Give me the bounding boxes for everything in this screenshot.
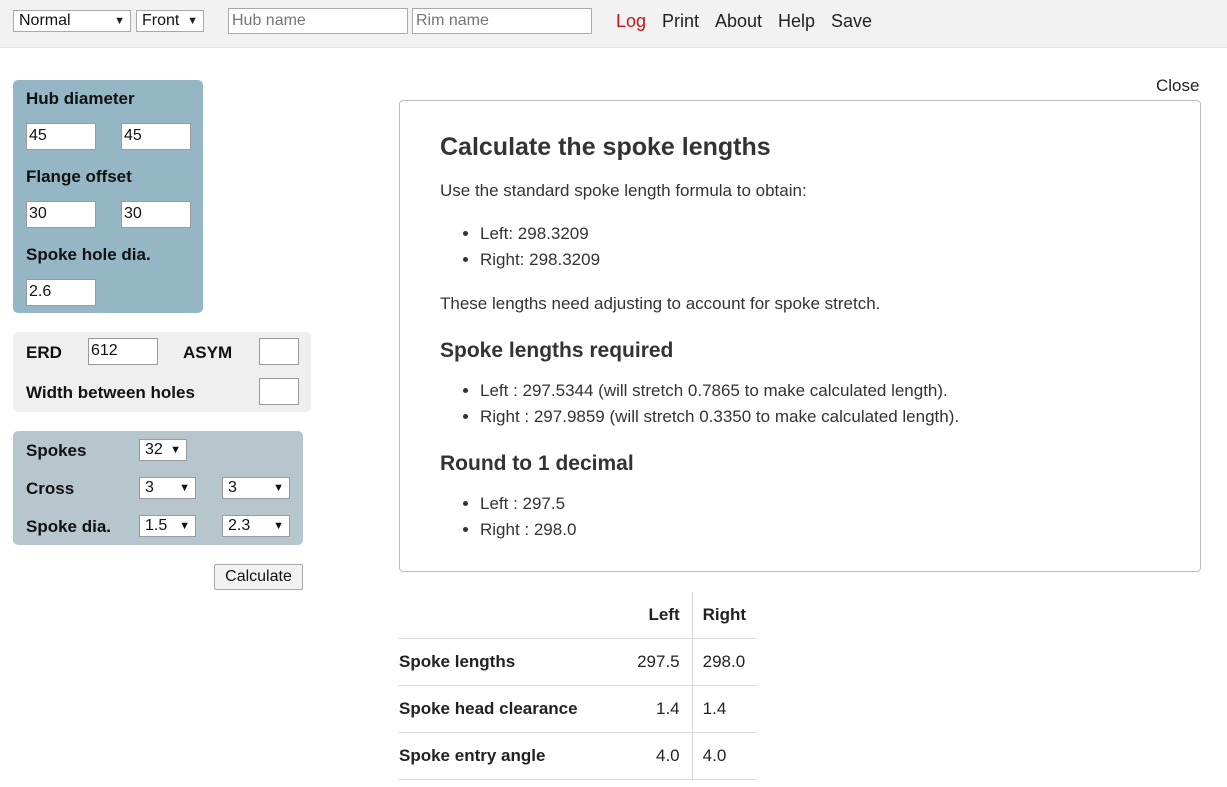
stretch-note: These lengths need adjusting to account … bbox=[440, 294, 881, 313]
list-item: Left : 297.5344 (will stretch 0.7865 to … bbox=[480, 378, 959, 404]
spoke-dia-right-select[interactable]: 2.3 ▼ bbox=[222, 515, 290, 537]
mode-select-value: Normal bbox=[19, 12, 71, 29]
results-card: Calculate the spoke lengths Use the stan… bbox=[399, 100, 1201, 572]
cross-right-select[interactable]: 3 ▼ bbox=[222, 477, 290, 499]
chevron-down-icon: ▼ bbox=[187, 15, 198, 27]
cross-left-value: 3 bbox=[145, 479, 154, 496]
help-link[interactable]: Help bbox=[778, 11, 815, 32]
header-right: Right bbox=[692, 592, 756, 639]
width-between-holes-input[interactable] bbox=[259, 378, 299, 405]
results-title: Calculate the spoke lengths bbox=[440, 133, 771, 161]
results-intro: Use the standard spoke length formula to… bbox=[440, 181, 807, 200]
spoke-count-value: 32 bbox=[145, 441, 163, 458]
hub-diameter-right-input[interactable]: 45 bbox=[121, 123, 191, 150]
list-item: Left : 297.5 bbox=[480, 491, 576, 517]
wheel-select-value: Front bbox=[142, 12, 180, 29]
width-between-holes-label: Width between holes bbox=[26, 383, 195, 402]
flange-offset-right-input[interactable]: 30 bbox=[121, 201, 191, 228]
row-right-value: 4.0 bbox=[692, 732, 756, 780]
required-heading: Spoke lengths required bbox=[440, 339, 674, 362]
spoke-hole-label: Spoke hole dia. bbox=[26, 245, 151, 264]
print-link[interactable]: Print bbox=[662, 11, 699, 32]
raw-lengths-list: Left: 298.3209 Right: 298.3209 bbox=[440, 221, 600, 273]
spokes-panel: Spokes 32 ▼ Cross 3 ▼ 3 ▼ Spoke dia. 1.5… bbox=[13, 431, 303, 545]
round-heading: Round to 1 decimal bbox=[440, 452, 634, 475]
required-lengths-list: Left : 297.5344 (will stretch 0.7865 to … bbox=[440, 378, 959, 430]
row-right-value: 1.4 bbox=[692, 685, 756, 733]
spoke-dia-right-value: 2.3 bbox=[228, 517, 251, 534]
chevron-down-icon: ▼ bbox=[273, 482, 284, 494]
rounded-lengths-list: Left : 297.5 Right : 298.0 bbox=[440, 491, 576, 543]
asym-label: ASYM bbox=[183, 343, 233, 362]
flange-offset-label: Flange offset bbox=[26, 167, 132, 186]
row-label: Spoke lengths bbox=[399, 638, 601, 686]
mode-select[interactable]: Normal ▼ bbox=[13, 10, 131, 32]
erd-label: ERD bbox=[26, 343, 62, 362]
about-link[interactable]: About bbox=[715, 11, 762, 32]
table-row: Spoke entry angle 4.0 4.0 bbox=[399, 732, 756, 780]
rim-panel: ERD 612 ASYM Width between holes bbox=[13, 332, 311, 412]
cross-left-select[interactable]: 3 ▼ bbox=[139, 477, 196, 499]
spoke-dia-label: Spoke dia. bbox=[26, 517, 112, 536]
chevron-down-icon: ▼ bbox=[179, 482, 190, 494]
spoke-hole-input[interactable]: 2.6 bbox=[26, 279, 96, 306]
table-row: Spoke head clearance 1.4 1.4 bbox=[399, 685, 756, 733]
chevron-down-icon: ▼ bbox=[273, 520, 284, 532]
row-left-value: 4.0 bbox=[600, 732, 693, 780]
hub-diameter-label: Hub diameter bbox=[26, 89, 135, 108]
asym-input[interactable] bbox=[259, 338, 299, 365]
hub-name-input[interactable] bbox=[228, 8, 408, 34]
hub-diameter-left-input[interactable]: 45 bbox=[26, 123, 96, 150]
list-item: Left: 298.3209 bbox=[480, 221, 600, 247]
toolbar: Normal ▼ Front ▼ Log Print About Help Sa… bbox=[0, 0, 1227, 48]
chevron-down-icon: ▼ bbox=[114, 15, 125, 27]
spoke-dia-left-value: 1.5 bbox=[145, 517, 168, 534]
row-left-value: 1.4 bbox=[600, 685, 693, 733]
save-link[interactable]: Save bbox=[831, 11, 872, 32]
header-blank bbox=[399, 592, 601, 639]
table-row: Spoke lengths 297.5 298.0 bbox=[399, 638, 756, 686]
list-item: Right : 298.0 bbox=[480, 517, 576, 543]
table-header-row: Left Right bbox=[399, 592, 756, 639]
calculate-button[interactable]: Calculate bbox=[214, 564, 303, 590]
row-label: Spoke head clearance bbox=[399, 685, 601, 733]
wheel-select[interactable]: Front ▼ bbox=[136, 10, 204, 32]
flange-offset-left-input[interactable]: 30 bbox=[26, 201, 96, 228]
hub-panel: Hub diameter 45 45 Flange offset 30 30 S… bbox=[13, 80, 203, 313]
row-label: Spoke entry angle bbox=[399, 732, 601, 780]
list-item: Right: 298.3209 bbox=[480, 247, 600, 273]
cross-label: Cross bbox=[26, 479, 75, 498]
erd-input[interactable]: 612 bbox=[88, 338, 158, 365]
spoke-dia-left-select[interactable]: 1.5 ▼ bbox=[139, 515, 196, 537]
close-link[interactable]: Close bbox=[1156, 76, 1199, 96]
log-link[interactable]: Log bbox=[616, 11, 646, 32]
row-right-value: 298.0 bbox=[692, 638, 756, 686]
row-left-value: 297.5 bbox=[600, 638, 693, 686]
header-left: Left bbox=[600, 592, 693, 639]
rim-name-input[interactable] bbox=[412, 8, 592, 34]
summary-table: Left Right Spoke lengths 297.5 298.0 Spo… bbox=[399, 592, 756, 780]
spoke-count-select[interactable]: 32 ▼ bbox=[139, 439, 187, 461]
list-item: Right : 297.9859 (will stretch 0.3350 to… bbox=[480, 404, 959, 430]
cross-right-value: 3 bbox=[228, 479, 237, 496]
chevron-down-icon: ▼ bbox=[179, 520, 190, 532]
spokes-label: Spokes bbox=[26, 441, 87, 460]
chevron-down-icon: ▼ bbox=[170, 444, 181, 456]
